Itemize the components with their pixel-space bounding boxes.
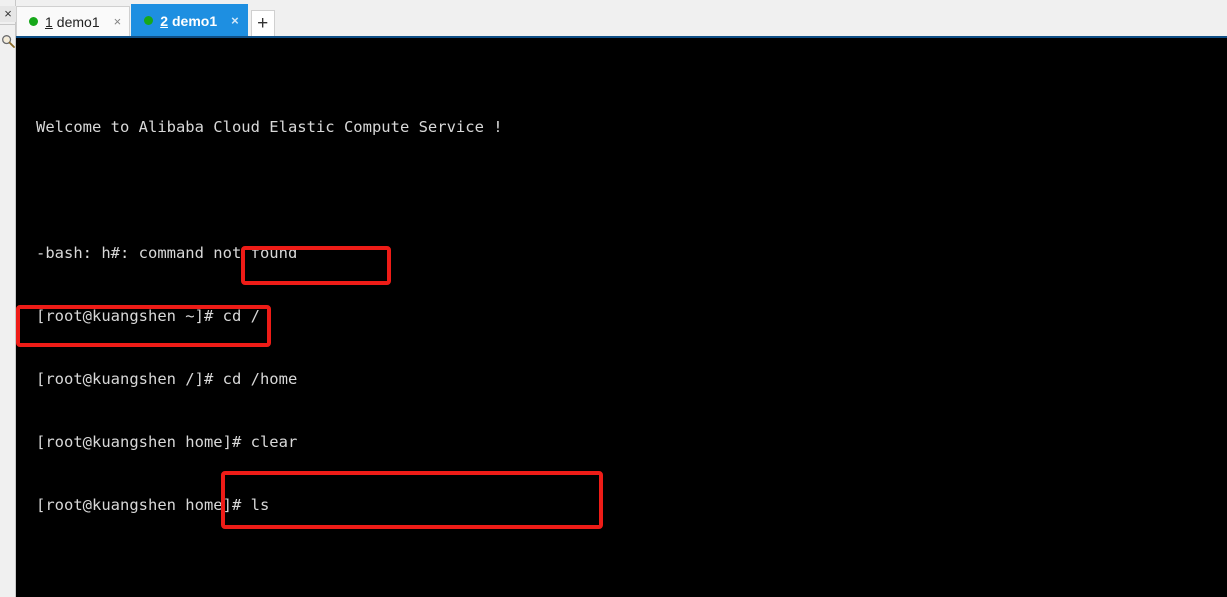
close-icon[interactable]: × <box>0 6 16 22</box>
tab-demo1-1[interactable]: 1 demo1 × <box>16 6 131 36</box>
terminal-line-clear: [root@kuangshen home]# clear <box>36 433 298 451</box>
left-rail: × <box>0 0 16 597</box>
terminal-text: Welcome to Alibaba Cloud Elastic Compute… <box>16 38 1227 597</box>
tab-index: 2 <box>160 12 168 29</box>
tab-status-dot <box>29 17 38 26</box>
tab-index: 1 <box>45 13 53 30</box>
tab-label: demo1 <box>172 12 218 29</box>
tab-demo1-2[interactable]: 2 demo1 × <box>131 4 248 36</box>
terminal-output-pane[interactable]: Welcome to Alibaba Cloud Elastic Compute… <box>16 36 1227 597</box>
terminal-line-ls: [root@kuangshen home]# ls <box>36 496 270 514</box>
new-tab-button[interactable]: + <box>250 10 275 36</box>
close-icon[interactable]: × <box>112 15 124 28</box>
terminal-line-cd-home: [root@kuangshen /]# cd /home <box>36 370 298 388</box>
tab-label: demo1 <box>56 13 100 30</box>
search-icon[interactable] <box>1 34 15 48</box>
tab-strip: 1 demo1 × 2 demo1 × + <box>16 0 1227 36</box>
rail-divider <box>0 24 16 25</box>
close-icon[interactable]: × <box>229 14 241 27</box>
terminal-application-window: × 1 demo1 × 2 demo1 × + Welcome to Aliba… <box>0 0 1227 597</box>
terminal-line-cd-root: [root@kuangshen ~]# cd / <box>36 307 260 325</box>
tab-status-dot <box>144 16 154 25</box>
terminal-line-welcome: Welcome to Alibaba Cloud Elastic Compute… <box>36 118 503 136</box>
terminal-line-bash-error: -bash: h#: command not found <box>36 244 298 262</box>
